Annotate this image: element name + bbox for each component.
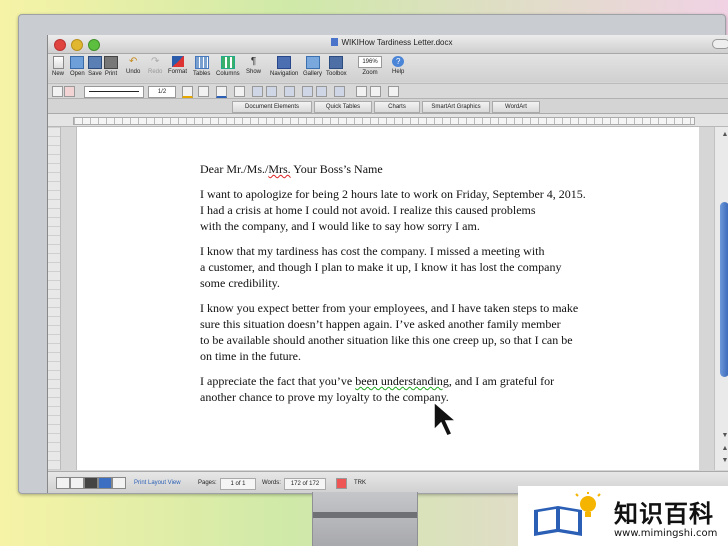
border-icon[interactable]: [198, 86, 209, 97]
word-window: WIKIHow Tardiness Letter.docx New Open S…: [47, 35, 728, 493]
draft-view-button[interactable]: [56, 477, 70, 489]
tab-charts[interactable]: Charts: [374, 101, 420, 113]
pilcrow-icon: ¶: [250, 56, 257, 67]
gallery-button[interactable]: Gallery: [303, 56, 322, 77]
text-direction-icon[interactable]: [370, 86, 381, 97]
tab-quick-tables[interactable]: Quick Tables: [314, 101, 372, 113]
style-icon[interactable]: [52, 86, 63, 97]
vertical-ruler[interactable]: [48, 127, 61, 470]
format-brush-icon: [171, 56, 184, 67]
help-icon: ?: [392, 56, 405, 67]
redo-button[interactable]: ↷ Redo: [148, 56, 162, 75]
undo-arrow-icon: ↶: [128, 56, 138, 67]
distribute-columns-icon[interactable]: [316, 86, 327, 97]
help-button[interactable]: ? Help: [392, 56, 404, 75]
eraser-icon[interactable]: [64, 86, 75, 97]
columns-button[interactable]: Columns: [216, 56, 240, 77]
pages-label: Pages:: [198, 480, 217, 486]
ruler-scale[interactable]: [73, 117, 695, 125]
new-button[interactable]: New: [52, 56, 64, 77]
right-margin-area: [699, 127, 714, 470]
elements-gallery-bar: Document Elements Quick Tables Charts Sm…: [48, 99, 728, 114]
new-document-icon: [52, 56, 64, 69]
zoom-control[interactable]: 196% Zoom: [358, 56, 382, 76]
save-disk-icon: [88, 56, 102, 69]
printer-icon: [104, 56, 118, 69]
toolbar-toggle-button[interactable]: [712, 39, 728, 49]
tab-wordart[interactable]: WordArt: [492, 101, 540, 113]
watermark: 知识百科 www.mimingshi.com: [518, 486, 728, 546]
line-style-select[interactable]: [84, 86, 144, 98]
mouse-pointer-icon: [433, 400, 459, 437]
align-cells-icon[interactable]: [284, 86, 295, 97]
redo-arrow-icon: ↷: [150, 56, 160, 67]
paragraph-3: I know you expect better from your emplo…: [200, 301, 579, 363]
word-document-icon: [331, 38, 339, 46]
pages-count[interactable]: 1 of 1: [220, 478, 256, 490]
table-grid-icon: [194, 56, 209, 69]
navigation-button[interactable]: Navigation: [270, 56, 298, 77]
view-name: Print Layout View: [134, 480, 181, 486]
track-changes-indicator[interactable]: TRK: [354, 480, 366, 486]
merge-cells-icon[interactable]: [252, 86, 263, 97]
grammar-flag[interactable]: been understanding: [355, 374, 449, 388]
line-color-icon[interactable]: [182, 86, 193, 98]
toolbox-button[interactable]: Toolbox: [326, 56, 347, 77]
monitor-bezel: WIKIHow Tardiness Letter.docx New Open S…: [18, 14, 728, 494]
show-button[interactable]: ¶ Show: [246, 56, 261, 75]
open-folder-icon: [70, 56, 85, 69]
open-button[interactable]: Open: [70, 56, 85, 77]
standard-toolbar: New Open Save Print ↶ Undo ↷ Redo Format T…: [48, 54, 728, 82]
left-margin-area: [61, 127, 76, 470]
scroll-up-icon[interactable]: ▲: [720, 131, 728, 139]
paragraph-1: I want to apologize for being 2 hours la…: [200, 187, 586, 233]
sort-icon[interactable]: [356, 86, 367, 97]
gallery-icon: [305, 56, 320, 69]
autosum-icon[interactable]: [388, 86, 399, 97]
document-page[interactable]: Dear Mr./Ms./Mrs. Your Boss’s Name I wan…: [76, 127, 700, 470]
save-button[interactable]: Save: [88, 56, 102, 77]
print-layout-view-button[interactable]: [98, 477, 112, 489]
next-page-icon[interactable]: ▼: [720, 457, 728, 465]
salutation: Dear Mr./Ms./Mrs. Your Boss’s Name: [200, 162, 383, 176]
paragraph-4: I appreciate the fact that you’ve been u…: [200, 374, 555, 404]
words-label: Words:: [262, 480, 281, 486]
line-weight-select[interactable]: 1/2: [148, 86, 176, 98]
watermark-text: 知识百科: [614, 500, 714, 528]
scroll-down-icon[interactable]: ▼: [720, 432, 728, 440]
outline-view-button[interactable]: [70, 477, 84, 489]
format-button[interactable]: Format: [168, 56, 187, 75]
paragraph-2: I know that my tardiness has cost the co…: [200, 244, 562, 290]
scroll-thumb[interactable]: [720, 202, 728, 377]
window-title: WIKIHow Tardiness Letter.docx: [48, 38, 728, 47]
vertical-scrollbar[interactable]: ▲ ▼ ▲ ▼: [714, 127, 728, 470]
notebook-view-button[interactable]: [112, 477, 126, 489]
tab-smartart-graphics[interactable]: SmartArt Graphics: [422, 101, 490, 113]
horizontal-ruler[interactable]: [48, 114, 728, 127]
columns-icon: [220, 56, 235, 69]
spelling-status-icon[interactable]: [336, 478, 347, 489]
letter-body[interactable]: Dear Mr./Ms./Mrs. Your Boss’s Name I wan…: [200, 161, 586, 414]
publishing-view-button[interactable]: [84, 477, 98, 489]
autofit-icon[interactable]: [334, 86, 345, 97]
spelling-flag[interactable]: Mrs.: [268, 162, 290, 176]
shading-icon[interactable]: [216, 86, 227, 98]
print-button[interactable]: Print: [104, 56, 118, 77]
distribute-rows-icon[interactable]: [302, 86, 313, 97]
split-cells-icon[interactable]: [266, 86, 277, 97]
insert-table-icon[interactable]: [234, 86, 245, 97]
undo-button[interactable]: ↶ Undo: [126, 56, 140, 75]
zoom-value[interactable]: 196%: [358, 56, 382, 68]
watermark-url: www.mimingshi.com: [614, 528, 718, 539]
previous-page-icon[interactable]: ▲: [720, 445, 728, 453]
words-count[interactable]: 172 of 172: [284, 478, 326, 490]
tables-button[interactable]: Tables: [193, 56, 210, 77]
tab-document-elements[interactable]: Document Elements: [232, 101, 312, 113]
toolbox-icon: [329, 56, 344, 69]
formatting-bar: 1/2: [48, 83, 728, 99]
title-bar[interactable]: WIKIHow Tardiness Letter.docx: [48, 35, 728, 54]
monitor-stand: [312, 492, 418, 546]
book-lightbulb-logo-icon: [534, 492, 601, 536]
navigation-pane-icon: [277, 56, 292, 69]
